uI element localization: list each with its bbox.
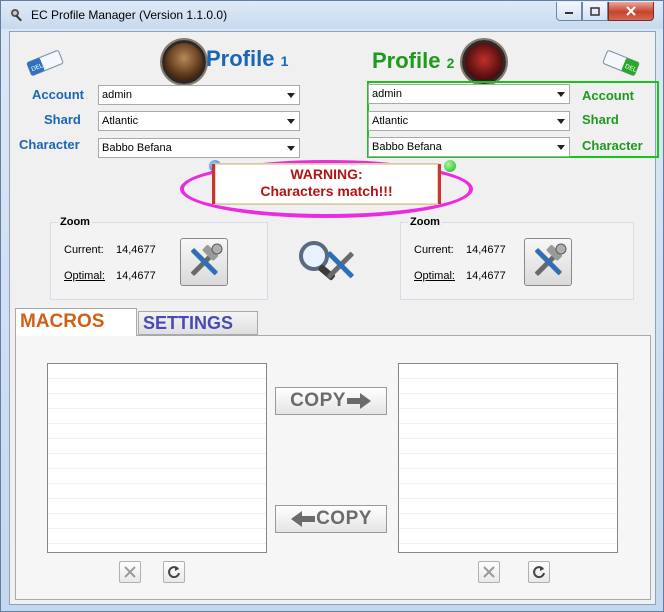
warning-note: WARNING: Characters match!!!: [212, 163, 441, 205]
app-window: EC Profile Manager (Version 1.1.0.0) DEL…: [0, 0, 664, 612]
profile-1-character-select[interactable]: Babbo Befana: [98, 138, 300, 158]
zoom-2-title: Zoom: [408, 216, 442, 228]
chevron-down-icon: [557, 92, 565, 97]
profile-1-macro-list[interactable]: [47, 363, 267, 553]
profile-1-delete-button[interactable]: [119, 561, 141, 583]
profile-2-reload-button[interactable]: [528, 561, 550, 583]
profile-2-account-value: admin: [372, 88, 402, 100]
tab-settings[interactable]: SETTINGS: [138, 311, 258, 335]
zoom-2-current-label: Current:: [414, 244, 454, 256]
zoom-1-group: [50, 222, 268, 300]
minimize-icon: [565, 12, 573, 14]
zoom-2-optimal-label: Optimal:: [414, 270, 455, 282]
profile-1-account-label: Account: [32, 87, 84, 102]
profile-2-account-label: Account: [582, 88, 634, 103]
profile-1-character-label: Character: [19, 137, 80, 152]
zoom-1-current-value: 14,4677: [116, 244, 156, 256]
chevron-down-icon: [287, 93, 295, 98]
profile-2-macro-list[interactable]: [398, 363, 618, 553]
zoom-1-apply-button[interactable]: [180, 238, 228, 286]
zoom-tools-icon: [299, 241, 354, 281]
close-button[interactable]: [608, 2, 654, 21]
maximize-icon: [590, 6, 600, 16]
profile-2-shard-select[interactable]: Atlantic: [368, 111, 570, 131]
profile-2-shard-value: Atlantic: [372, 115, 409, 127]
chevron-down-icon: [287, 146, 295, 151]
profile-2-account-select[interactable]: admin: [368, 84, 570, 104]
arrow-left-icon: [291, 511, 316, 527]
tools-icon: [190, 243, 223, 276]
profile-1-reload-button[interactable]: [163, 561, 185, 583]
main-panel: DEL Profile 1 Account Shard Character ad…: [9, 31, 659, 605]
zoom-2-group: [400, 222, 634, 300]
minimize-button[interactable]: [556, 2, 582, 21]
warning-message: Characters match!!!: [260, 183, 393, 199]
profile-1-avatar: [162, 40, 206, 84]
copy-left-label: COPY: [316, 508, 372, 529]
chevron-down-icon: [557, 119, 565, 124]
close-icon: [626, 6, 636, 16]
zoom-1-optimal-label: Optimal:: [64, 270, 105, 282]
profile-1-character-value: Babbo Befana: [102, 142, 172, 154]
tab-macros[interactable]: MACROS: [15, 308, 137, 336]
tools-icon: [534, 243, 567, 276]
copy-right-button[interactable]: COPY: [275, 387, 387, 415]
profile-1-account-select[interactable]: admin: [98, 85, 300, 105]
maximize-button[interactable]: [582, 2, 608, 21]
profile-2-delete-button[interactable]: [478, 561, 500, 583]
zoom-2-optimal-value: 14,4677: [466, 270, 506, 282]
zoom-1-title: Zoom: [58, 216, 92, 228]
profile-2-character-value: Babbo Befana: [372, 141, 442, 153]
title-bar[interactable]: EC Profile Manager (Version 1.1.0.0): [1, 1, 663, 29]
profile-2-avatar: [462, 40, 506, 84]
zoom-2-current-value: 14,4677: [466, 244, 506, 256]
profile-2-title: Profile 2: [372, 48, 454, 74]
copy-right-label: COPY: [290, 390, 346, 411]
zoom-2-apply-button[interactable]: [524, 238, 572, 286]
copy-left-button[interactable]: COPY: [275, 505, 387, 533]
zoom-1-optimal-value: 14,4677: [116, 270, 156, 282]
close-icon: [124, 566, 136, 578]
profile-1-title-text: Profile: [206, 46, 275, 71]
profile-1-number: 1: [280, 53, 289, 69]
refresh-icon: [168, 566, 180, 579]
chevron-down-icon: [557, 145, 565, 150]
warning-title: WARNING:: [290, 166, 363, 182]
profile-2-shard-label: Shard: [582, 112, 619, 127]
profile-1-shard-label: Shard: [44, 112, 81, 127]
profile-1-account-value: admin: [102, 89, 132, 101]
clear-profile-1-icon[interactable]: DEL: [24, 48, 66, 78]
profile-2-character-label: Character: [582, 138, 643, 153]
profile-1-shard-value: Atlantic: [102, 115, 139, 127]
profile-2-title-text: Profile: [372, 48, 441, 73]
arrow-right-icon: [346, 393, 371, 409]
profile-2-character-select[interactable]: Babbo Befana: [368, 137, 570, 157]
clear-profile-2-icon[interactable]: DEL: [600, 48, 642, 78]
chevron-down-icon: [287, 119, 295, 124]
zoom-1-current-label: Current:: [64, 244, 104, 256]
profile-1-shard-select[interactable]: Atlantic: [98, 111, 300, 131]
profile-2-number: 2: [446, 55, 455, 71]
profile-1-title: Profile 1: [206, 46, 288, 72]
close-icon: [483, 566, 495, 578]
app-icon: [11, 9, 22, 22]
green-pin-icon: [444, 160, 456, 172]
refresh-icon: [533, 566, 545, 579]
window-title: EC Profile Manager (Version 1.1.0.0): [31, 8, 228, 22]
